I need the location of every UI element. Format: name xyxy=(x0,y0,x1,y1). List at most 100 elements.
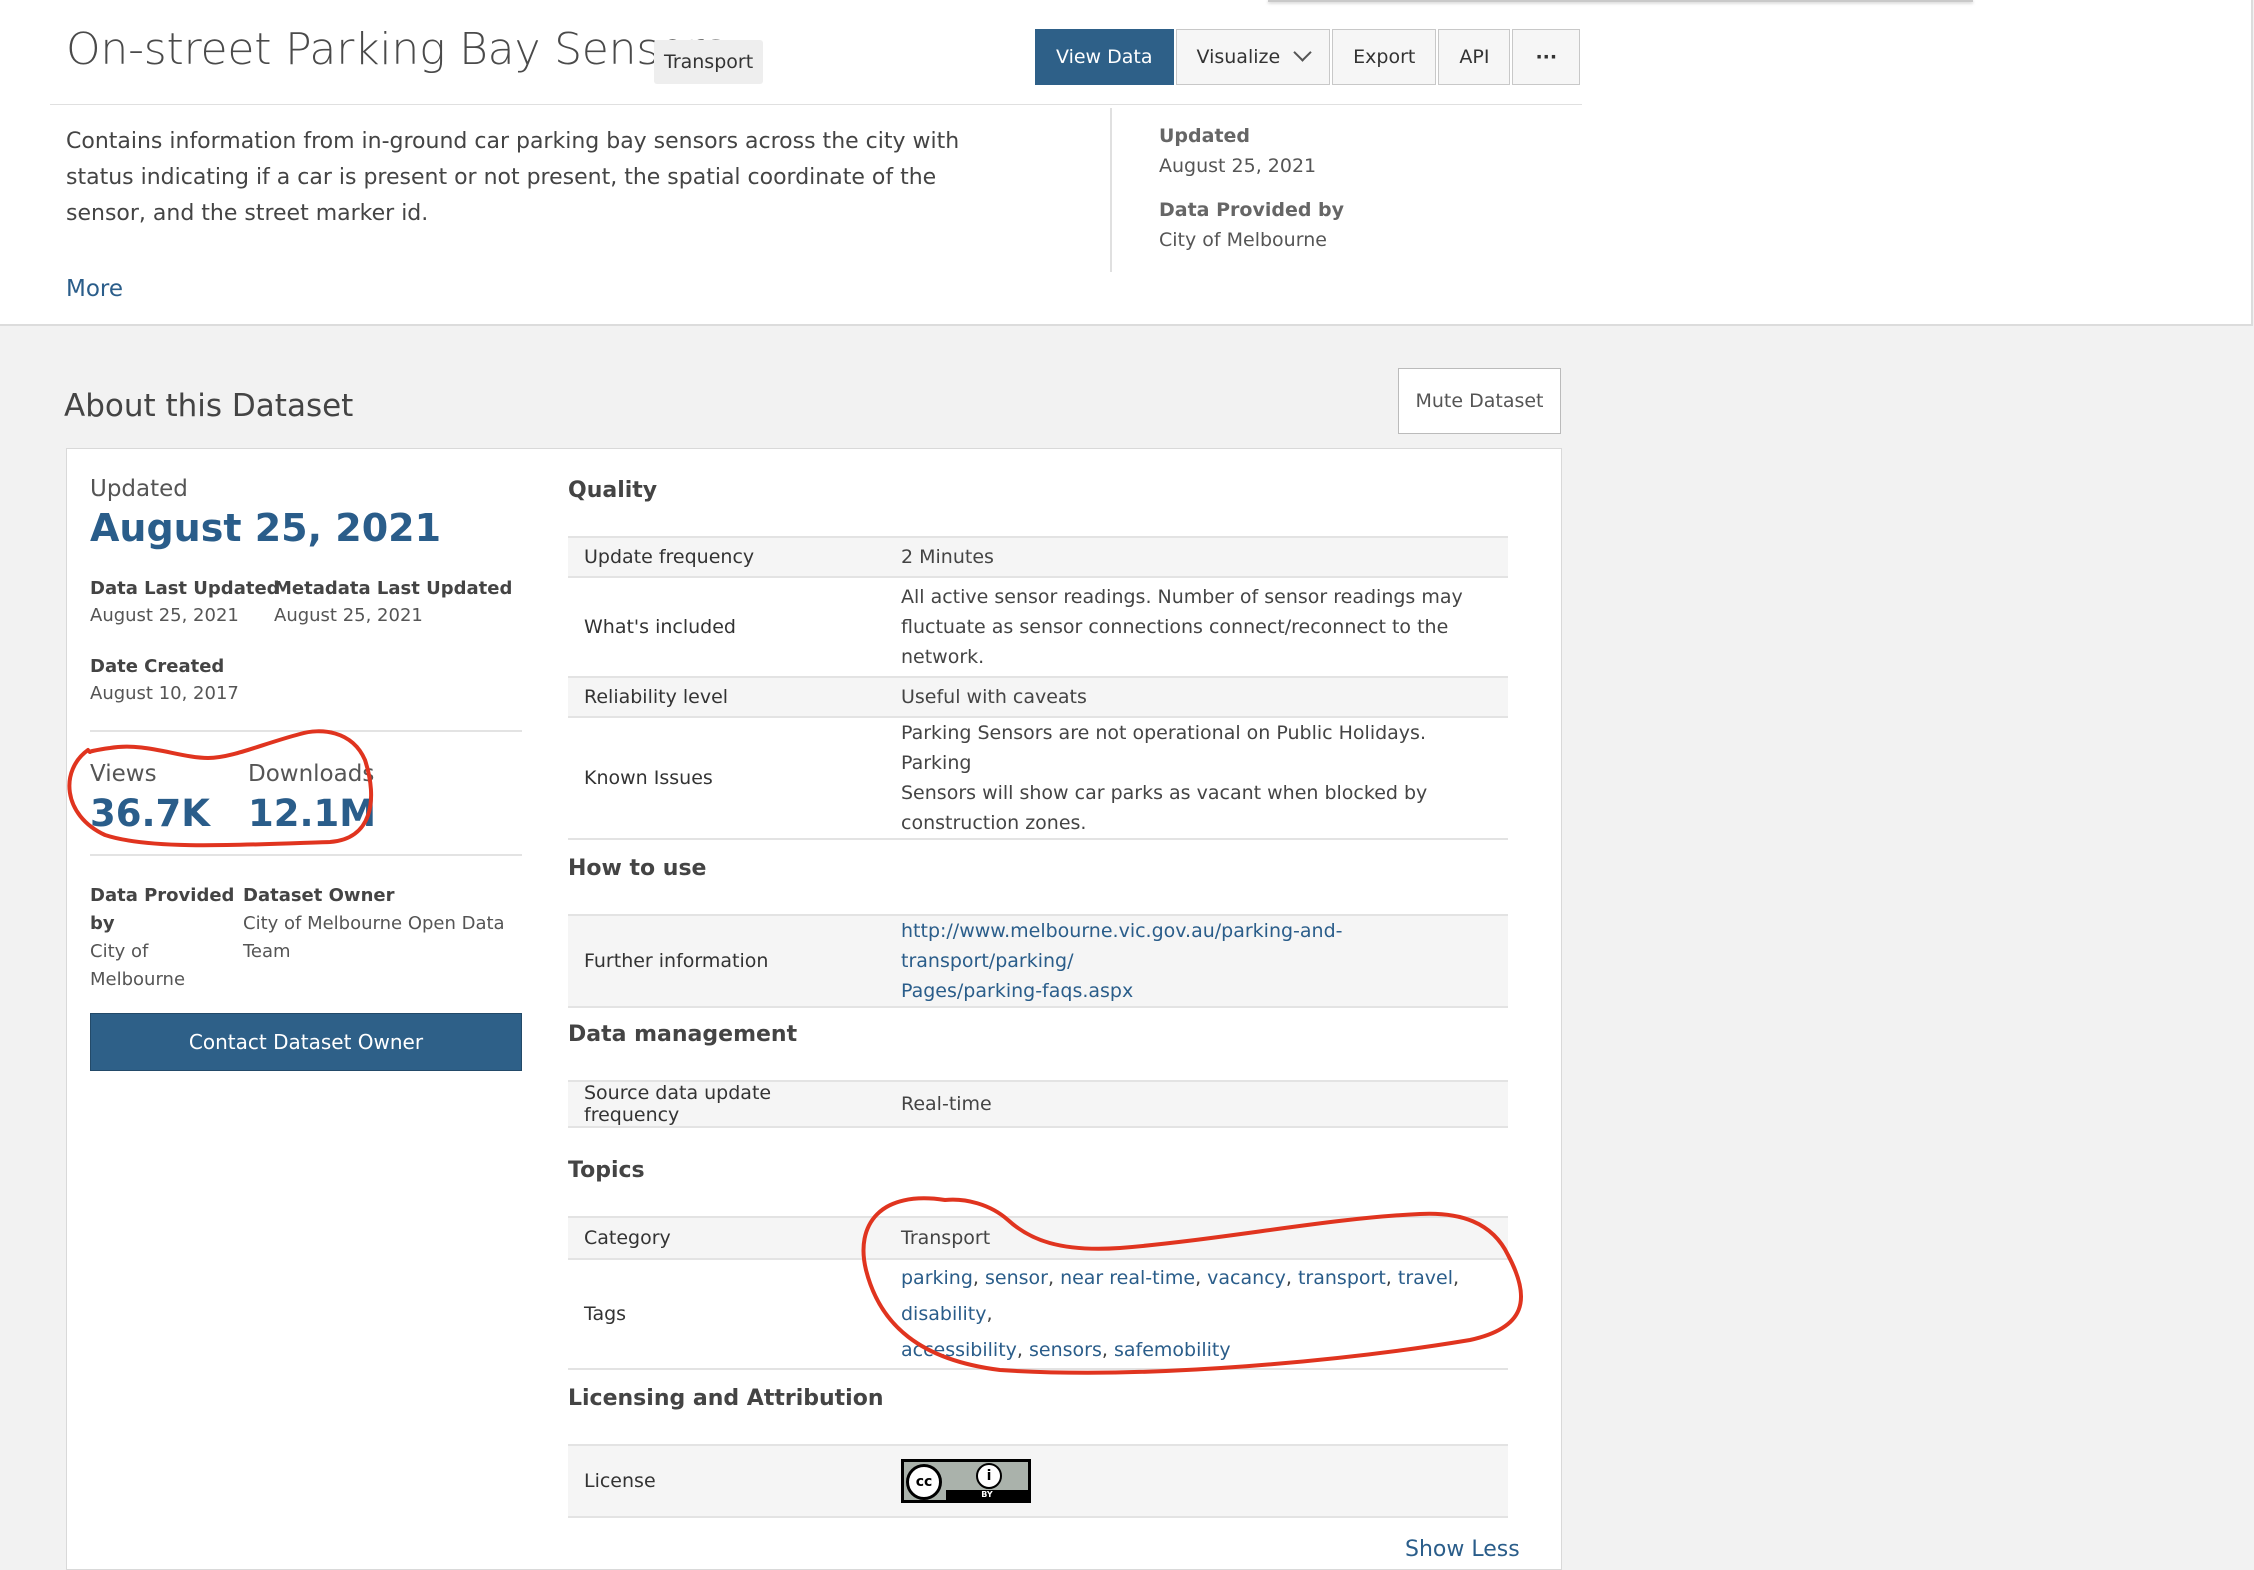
updated-date: August 25, 2021 xyxy=(90,506,442,550)
data-management-heading: Data management xyxy=(568,1022,798,1047)
row-key: Tags xyxy=(568,1258,885,1370)
cc-icon: cc xyxy=(906,1464,942,1500)
quality-table: Update frequency 2 Minutes What's includ… xyxy=(568,536,1508,840)
provided-by-label: Data Provided by xyxy=(1159,199,1345,221)
left-divider xyxy=(90,730,522,732)
action-button-group: View Data Visualize Export API ··· xyxy=(1035,29,1582,85)
page-title: On-street Parking Bay Sensors xyxy=(66,24,727,75)
further-information-link[interactable]: http://www.melbourne.vic.gov.au/parking-… xyxy=(901,916,1492,976)
attribution-person-icon: i xyxy=(976,1463,1002,1489)
tag-link[interactable]: sensor xyxy=(985,1267,1048,1289)
tag-link[interactable]: travel xyxy=(1398,1267,1453,1289)
downloads-label: Downloads xyxy=(248,761,375,787)
visualize-label: Visualize xyxy=(1196,46,1281,68)
more-link[interactable]: More xyxy=(66,276,123,302)
ellipsis-icon: ··· xyxy=(1535,46,1558,68)
further-information-link[interactable]: Pages/parking-faqs.aspx xyxy=(901,976,1492,1006)
data-last-updated-label: Data Last Updated xyxy=(90,578,280,599)
api-button[interactable]: API xyxy=(1438,29,1511,85)
quality-heading: Quality xyxy=(568,478,658,503)
tag-link[interactable]: disability xyxy=(901,1303,986,1325)
row-value: Real-time xyxy=(885,1080,1508,1128)
about-heading: About this Dataset xyxy=(64,388,354,424)
tag-link[interactable]: sensors xyxy=(1029,1339,1102,1361)
dataset-owner-value-line: City of Melbourne Open Data xyxy=(243,913,505,934)
row-value: 2 Minutes xyxy=(885,536,1508,578)
dataset-description: Contains information from in-ground car … xyxy=(66,129,960,226)
row-key: Reliability level xyxy=(568,676,885,718)
table-row: Reliability level Useful with caveats xyxy=(568,676,1508,718)
data-provided-label-line: by xyxy=(90,913,115,934)
tag-link[interactable]: accessibility xyxy=(901,1339,1017,1361)
row-key: Further information xyxy=(568,914,885,1008)
table-row: Category Transport xyxy=(568,1216,1508,1260)
metadata-last-updated-label: Metadata Last Updated xyxy=(274,578,513,599)
date-created-value: August 10, 2017 xyxy=(90,683,239,704)
updated-value: August 25, 2021 xyxy=(1159,155,1317,177)
by-label: BY xyxy=(946,1490,1028,1500)
row-value-line: All active sensor readings. Number of se… xyxy=(901,586,1463,608)
dataset-owner-value-line: Team xyxy=(243,941,291,962)
row-key: Update frequency xyxy=(568,536,885,578)
data-management-table: Source data update frequency Real-time xyxy=(568,1080,1508,1128)
row-value-line: construction zones. xyxy=(901,812,1087,834)
vertical-divider xyxy=(1110,108,1112,272)
row-value-line: fluctuate as sensor connections connect/… xyxy=(901,616,1449,638)
tags-line: accessibility, sensors, safemobility xyxy=(901,1339,1231,1361)
downloads-count: 12.1M xyxy=(248,792,377,835)
how-to-use-table: Further information http://www.melbourne… xyxy=(568,914,1508,1008)
tags-line: parking, sensor, near real-time, vacancy… xyxy=(901,1267,1460,1325)
chevron-down-icon xyxy=(1293,43,1312,62)
row-value: All active sensor readings. Number of se… xyxy=(885,576,1508,678)
left-divider xyxy=(90,854,522,856)
provided-by-value: City of Melbourne xyxy=(1159,229,1327,251)
row-value-line: Sensors will show car parks as vacant wh… xyxy=(901,782,1428,804)
export-button[interactable]: Export xyxy=(1332,29,1437,85)
row-value: Parking Sensors are not operational on P… xyxy=(885,716,1508,840)
metadata-last-updated-value: August 25, 2021 xyxy=(274,605,423,626)
updated-label: Updated xyxy=(90,476,188,502)
visualize-button[interactable]: Visualize xyxy=(1175,29,1331,85)
row-key: Known Issues xyxy=(568,716,885,840)
header-divider xyxy=(50,104,1582,105)
row-value: Useful with caveats xyxy=(885,676,1508,718)
row-key: What's included xyxy=(568,576,885,678)
show-less-link[interactable]: Show Less xyxy=(1405,1537,1520,1562)
data-last-updated-value: August 25, 2021 xyxy=(90,605,239,626)
mute-dataset-button[interactable]: Mute Dataset xyxy=(1398,368,1561,434)
row-key: Source data update frequency xyxy=(568,1080,885,1128)
table-row: Update frequency 2 Minutes xyxy=(568,536,1508,578)
data-provided-value-line: City of xyxy=(90,941,149,962)
views-count: 36.7K xyxy=(90,792,210,835)
cc-by-license-badge[interactable]: cc i BY xyxy=(901,1459,1031,1503)
popup-edge xyxy=(1268,0,1973,2)
tag-link[interactable]: vacancy xyxy=(1207,1267,1286,1289)
row-value: Transport xyxy=(885,1216,1508,1260)
more-actions-button[interactable]: ··· xyxy=(1512,29,1581,85)
view-data-button[interactable]: View Data xyxy=(1035,29,1174,85)
row-key: Category xyxy=(568,1216,885,1260)
table-row: Known Issues Parking Sensors are not ope… xyxy=(568,716,1508,840)
data-provided-label-line: Data Provided xyxy=(90,885,235,906)
tag-link[interactable]: near real-time xyxy=(1060,1267,1195,1289)
table-row: Further information http://www.melbourne… xyxy=(568,914,1508,1008)
table-row: Source data update frequency Real-time xyxy=(568,1080,1508,1128)
tag-link[interactable]: safemobility xyxy=(1114,1339,1231,1361)
views-label: Views xyxy=(90,761,157,787)
data-provided-label: Data Provided by xyxy=(90,882,234,938)
contact-dataset-owner-button[interactable]: Contact Dataset Owner xyxy=(90,1013,522,1071)
tags-list: parking, sensor, near real-time, vacancy… xyxy=(885,1258,1508,1370)
row-value-line: network. xyxy=(901,646,985,668)
category-badge: Transport xyxy=(654,40,764,84)
updated-label: Updated xyxy=(1159,125,1251,147)
dataset-owner-value: City of Melbourne Open Data Team xyxy=(243,910,505,966)
topics-table: Category Transport Tags parking, sensor,… xyxy=(568,1216,1508,1370)
data-provided-value-line: Melbourne xyxy=(90,969,186,990)
tag-link[interactable]: parking xyxy=(901,1267,973,1289)
licensing-table: License cc i BY xyxy=(568,1444,1508,1518)
tag-link[interactable]: transport xyxy=(1298,1267,1386,1289)
licensing-heading: Licensing and Attribution xyxy=(568,1386,884,1411)
table-row: What's included All active sensor readin… xyxy=(568,576,1508,678)
date-created-label: Date Created xyxy=(90,656,225,677)
row-value: cc i BY xyxy=(885,1444,1508,1518)
